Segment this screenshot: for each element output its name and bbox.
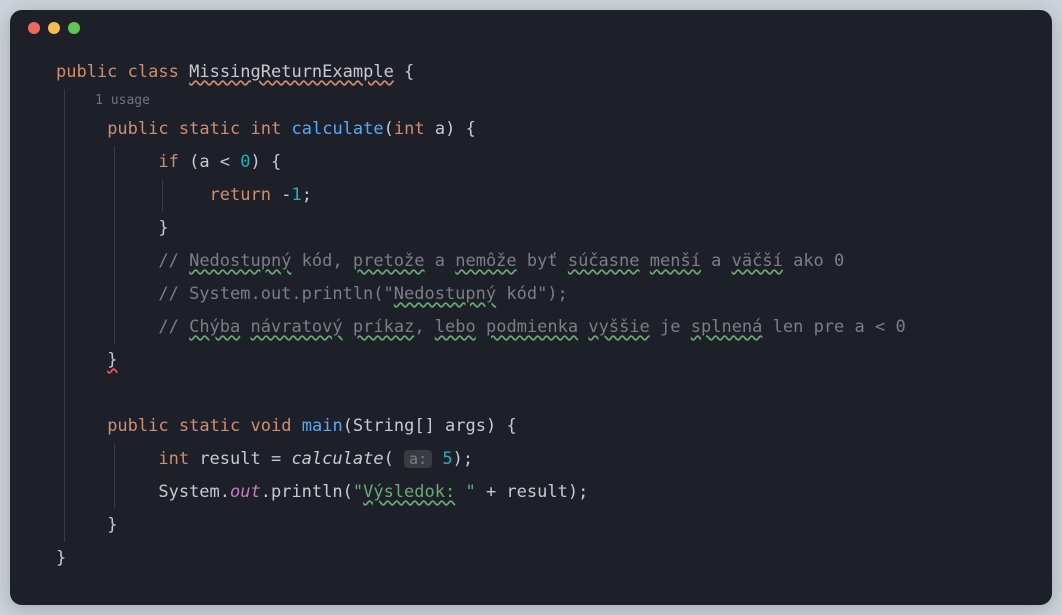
number-literal: 1 bbox=[291, 185, 301, 205]
semicolon: ; bbox=[302, 185, 312, 205]
paren: ) bbox=[445, 119, 455, 139]
params: (String[] args) bbox=[343, 416, 507, 436]
close-icon[interactable] bbox=[28, 22, 40, 34]
method-name: main bbox=[302, 416, 343, 436]
code-line: } bbox=[10, 509, 1052, 542]
keyword-public: public bbox=[107, 416, 168, 436]
keyword-void: void bbox=[251, 416, 292, 436]
brace: { bbox=[271, 152, 281, 172]
comment: // Chýba návratový príkaz, lebo podmienk… bbox=[158, 317, 905, 337]
brace-error: } bbox=[107, 350, 117, 370]
comment: // System.out.println("Nedostupný kód"); bbox=[158, 284, 567, 304]
maximize-icon[interactable] bbox=[68, 22, 80, 34]
paren: ); bbox=[453, 449, 473, 469]
comment: // Nedostupný kód, pretože a nemôže byť … bbox=[158, 251, 844, 271]
method-call: calculate bbox=[291, 449, 383, 469]
paren: ( bbox=[384, 449, 404, 469]
paren: ) bbox=[251, 152, 271, 172]
code-editor[interactable]: public class MissingReturnExample { 1 us… bbox=[10, 46, 1052, 575]
class-name: MissingReturnExample bbox=[189, 62, 394, 82]
code-line: public class MissingReturnExample { bbox=[10, 56, 1052, 89]
field-ref: out bbox=[230, 482, 261, 502]
brace: } bbox=[158, 218, 168, 238]
keyword-static: static bbox=[179, 416, 240, 436]
code-line: // Nedostupný kód, pretože a nemôže byť … bbox=[10, 245, 1052, 278]
editor-window: public class MissingReturnExample { 1 us… bbox=[10, 10, 1052, 605]
code-line: } bbox=[10, 212, 1052, 245]
code-line: int result = calculate( a: 5); bbox=[10, 443, 1052, 476]
method-call: .println( bbox=[261, 482, 353, 502]
keyword-public: public bbox=[56, 62, 117, 82]
keyword-static: static bbox=[179, 119, 240, 139]
code-line: if (a < 0) { bbox=[10, 146, 1052, 179]
code-line: System.out.println("Výsledok: " + result… bbox=[10, 476, 1052, 509]
param-name: a bbox=[425, 119, 445, 139]
number-literal: 5 bbox=[442, 449, 452, 469]
brace: { bbox=[506, 416, 516, 436]
method-name: calculate bbox=[292, 119, 384, 139]
keyword-class: class bbox=[128, 62, 179, 82]
brace: { bbox=[455, 119, 475, 139]
usage-hint[interactable]: 1 usage bbox=[10, 89, 1052, 113]
brace: { bbox=[394, 62, 414, 82]
variable: result = bbox=[189, 449, 291, 469]
keyword-int: int bbox=[251, 119, 282, 139]
brace: } bbox=[107, 515, 117, 535]
minimize-icon[interactable] bbox=[48, 22, 60, 34]
string-literal: "Výsledok: " bbox=[353, 482, 476, 502]
code-line: } bbox=[10, 542, 1052, 575]
param-hint: a: bbox=[404, 450, 432, 468]
code-line: // Chýba návratový príkaz, lebo podmienk… bbox=[10, 311, 1052, 344]
keyword-int: int bbox=[158, 449, 189, 469]
keyword-if: if bbox=[158, 152, 178, 172]
code-line: public static void main(String[] args) { bbox=[10, 410, 1052, 443]
code-line: return -1; bbox=[10, 179, 1052, 212]
keyword-return: return bbox=[210, 185, 271, 205]
class-ref: System. bbox=[158, 482, 230, 502]
condition: (a < bbox=[179, 152, 240, 172]
titlebar bbox=[10, 10, 1052, 46]
keyword-int: int bbox=[394, 119, 425, 139]
keyword-public: public bbox=[107, 119, 168, 139]
usage-count: 1 usage bbox=[95, 93, 150, 108]
expr: + result); bbox=[476, 482, 589, 502]
code-line: // System.out.println("Nedostupný kód"); bbox=[10, 278, 1052, 311]
code-line bbox=[10, 377, 1052, 410]
code-line: } bbox=[10, 344, 1052, 377]
number-literal: 0 bbox=[240, 152, 250, 172]
brace: } bbox=[56, 548, 66, 568]
code-line: public static int calculate(int a) { bbox=[10, 113, 1052, 146]
operator: - bbox=[281, 185, 291, 205]
paren: ( bbox=[384, 119, 394, 139]
